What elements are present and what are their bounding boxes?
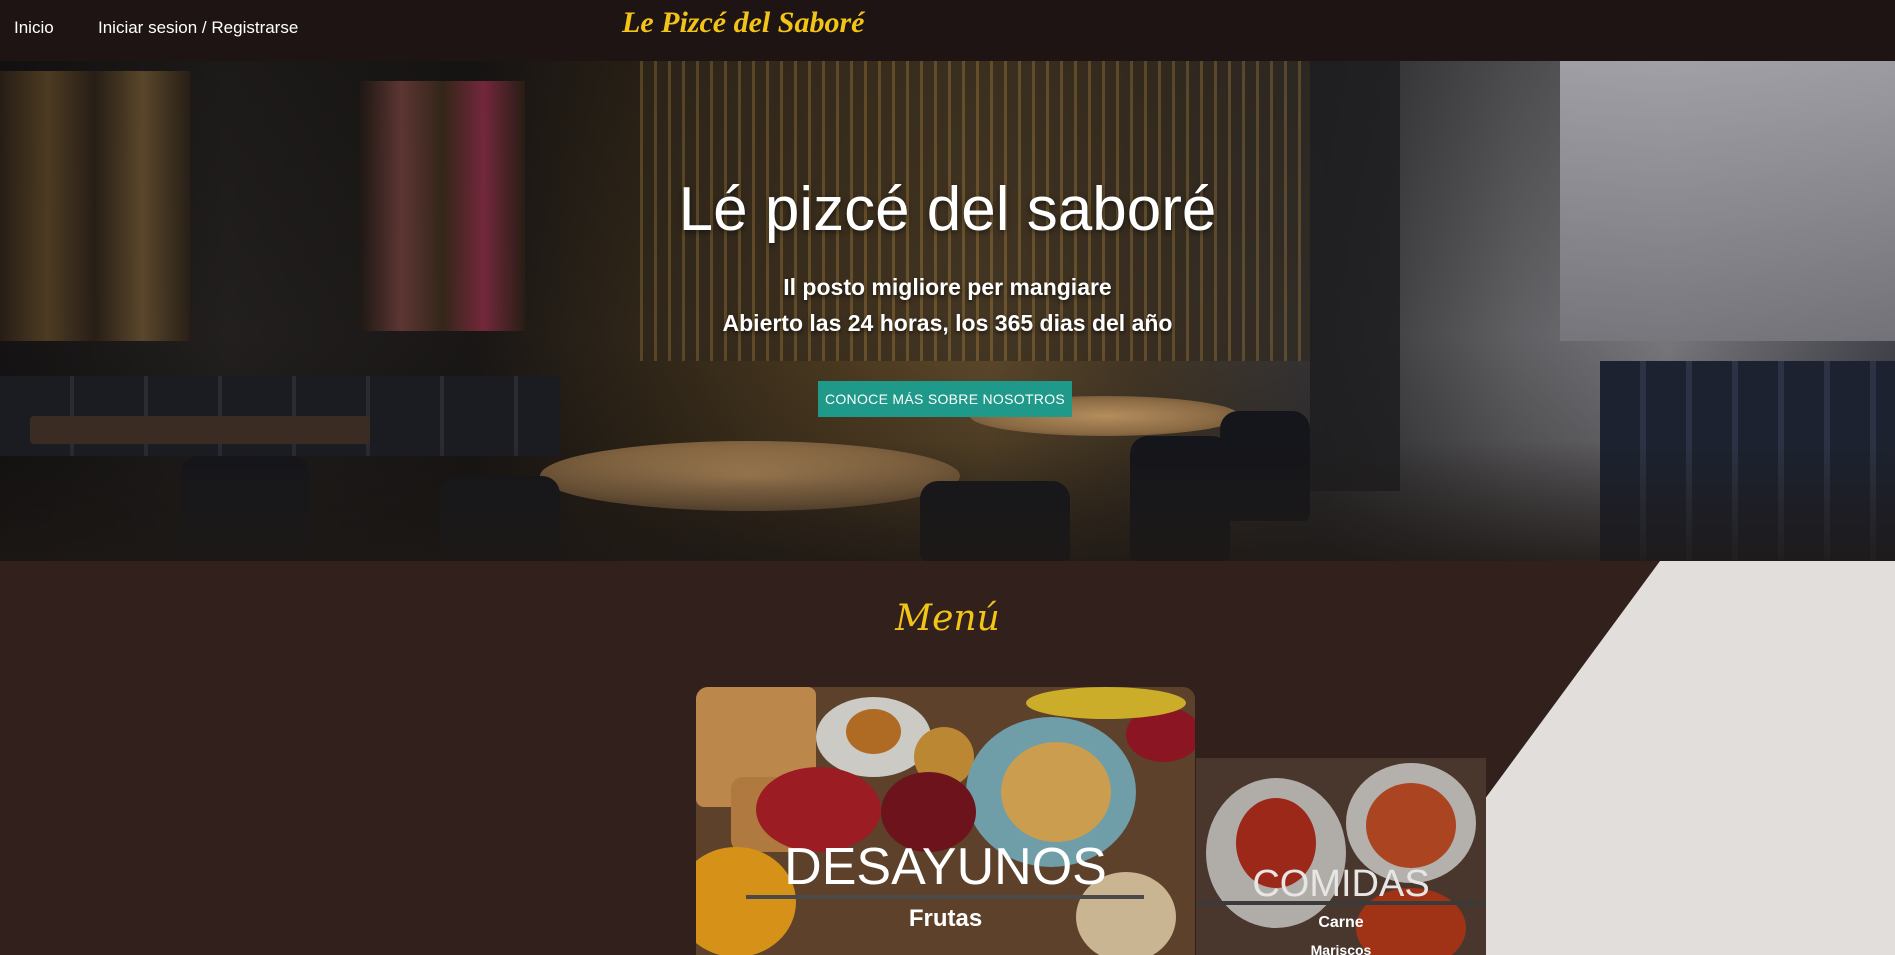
card-title-lunch: COMIDAS (1252, 863, 1430, 905)
menu-card-lunch[interactable]: COMIDAS Carne Mariscos (1196, 758, 1486, 955)
card-item-fruits: Frutas (908, 905, 983, 932)
top-navbar: Inicio Iniciar sesion / Registrarse Le P… (0, 0, 1895, 61)
menu-card-breakfast[interactable]: DESAYUNOS Frutas (696, 687, 1195, 955)
hero-table (30, 416, 370, 444)
hero-hours: Abierto las 24 horas, los 365 dias del a… (722, 310, 1173, 336)
card-divider (1196, 901, 1486, 905)
card-title-breakfast: DESAYUNOS (784, 838, 1107, 896)
brand-logo-text[interactable]: Le Pizcé del Saboré (622, 6, 864, 40)
about-us-button[interactable]: CONOCE MÁS SOBRE NOSOTROS (818, 381, 1072, 417)
hero-subtitle: Il posto migliore per mangiare (783, 274, 1112, 300)
nav-link-home[interactable]: Inicio (14, 18, 54, 38)
menu-section-title: Menú (895, 598, 1000, 639)
hero-floor-shade (0, 441, 1895, 561)
hero-banner: Lé pizcé del saboré Il posto migliore pe… (0, 61, 1895, 561)
card-item-meat: Carne (1318, 914, 1364, 931)
card-item-seafood: Mariscos (1310, 942, 1372, 955)
card-divider (746, 895, 1144, 899)
nav-link-login[interactable]: Iniciar sesion / Registrarse (98, 18, 298, 38)
hero-title: Lé pizcé del saboré (678, 175, 1217, 244)
